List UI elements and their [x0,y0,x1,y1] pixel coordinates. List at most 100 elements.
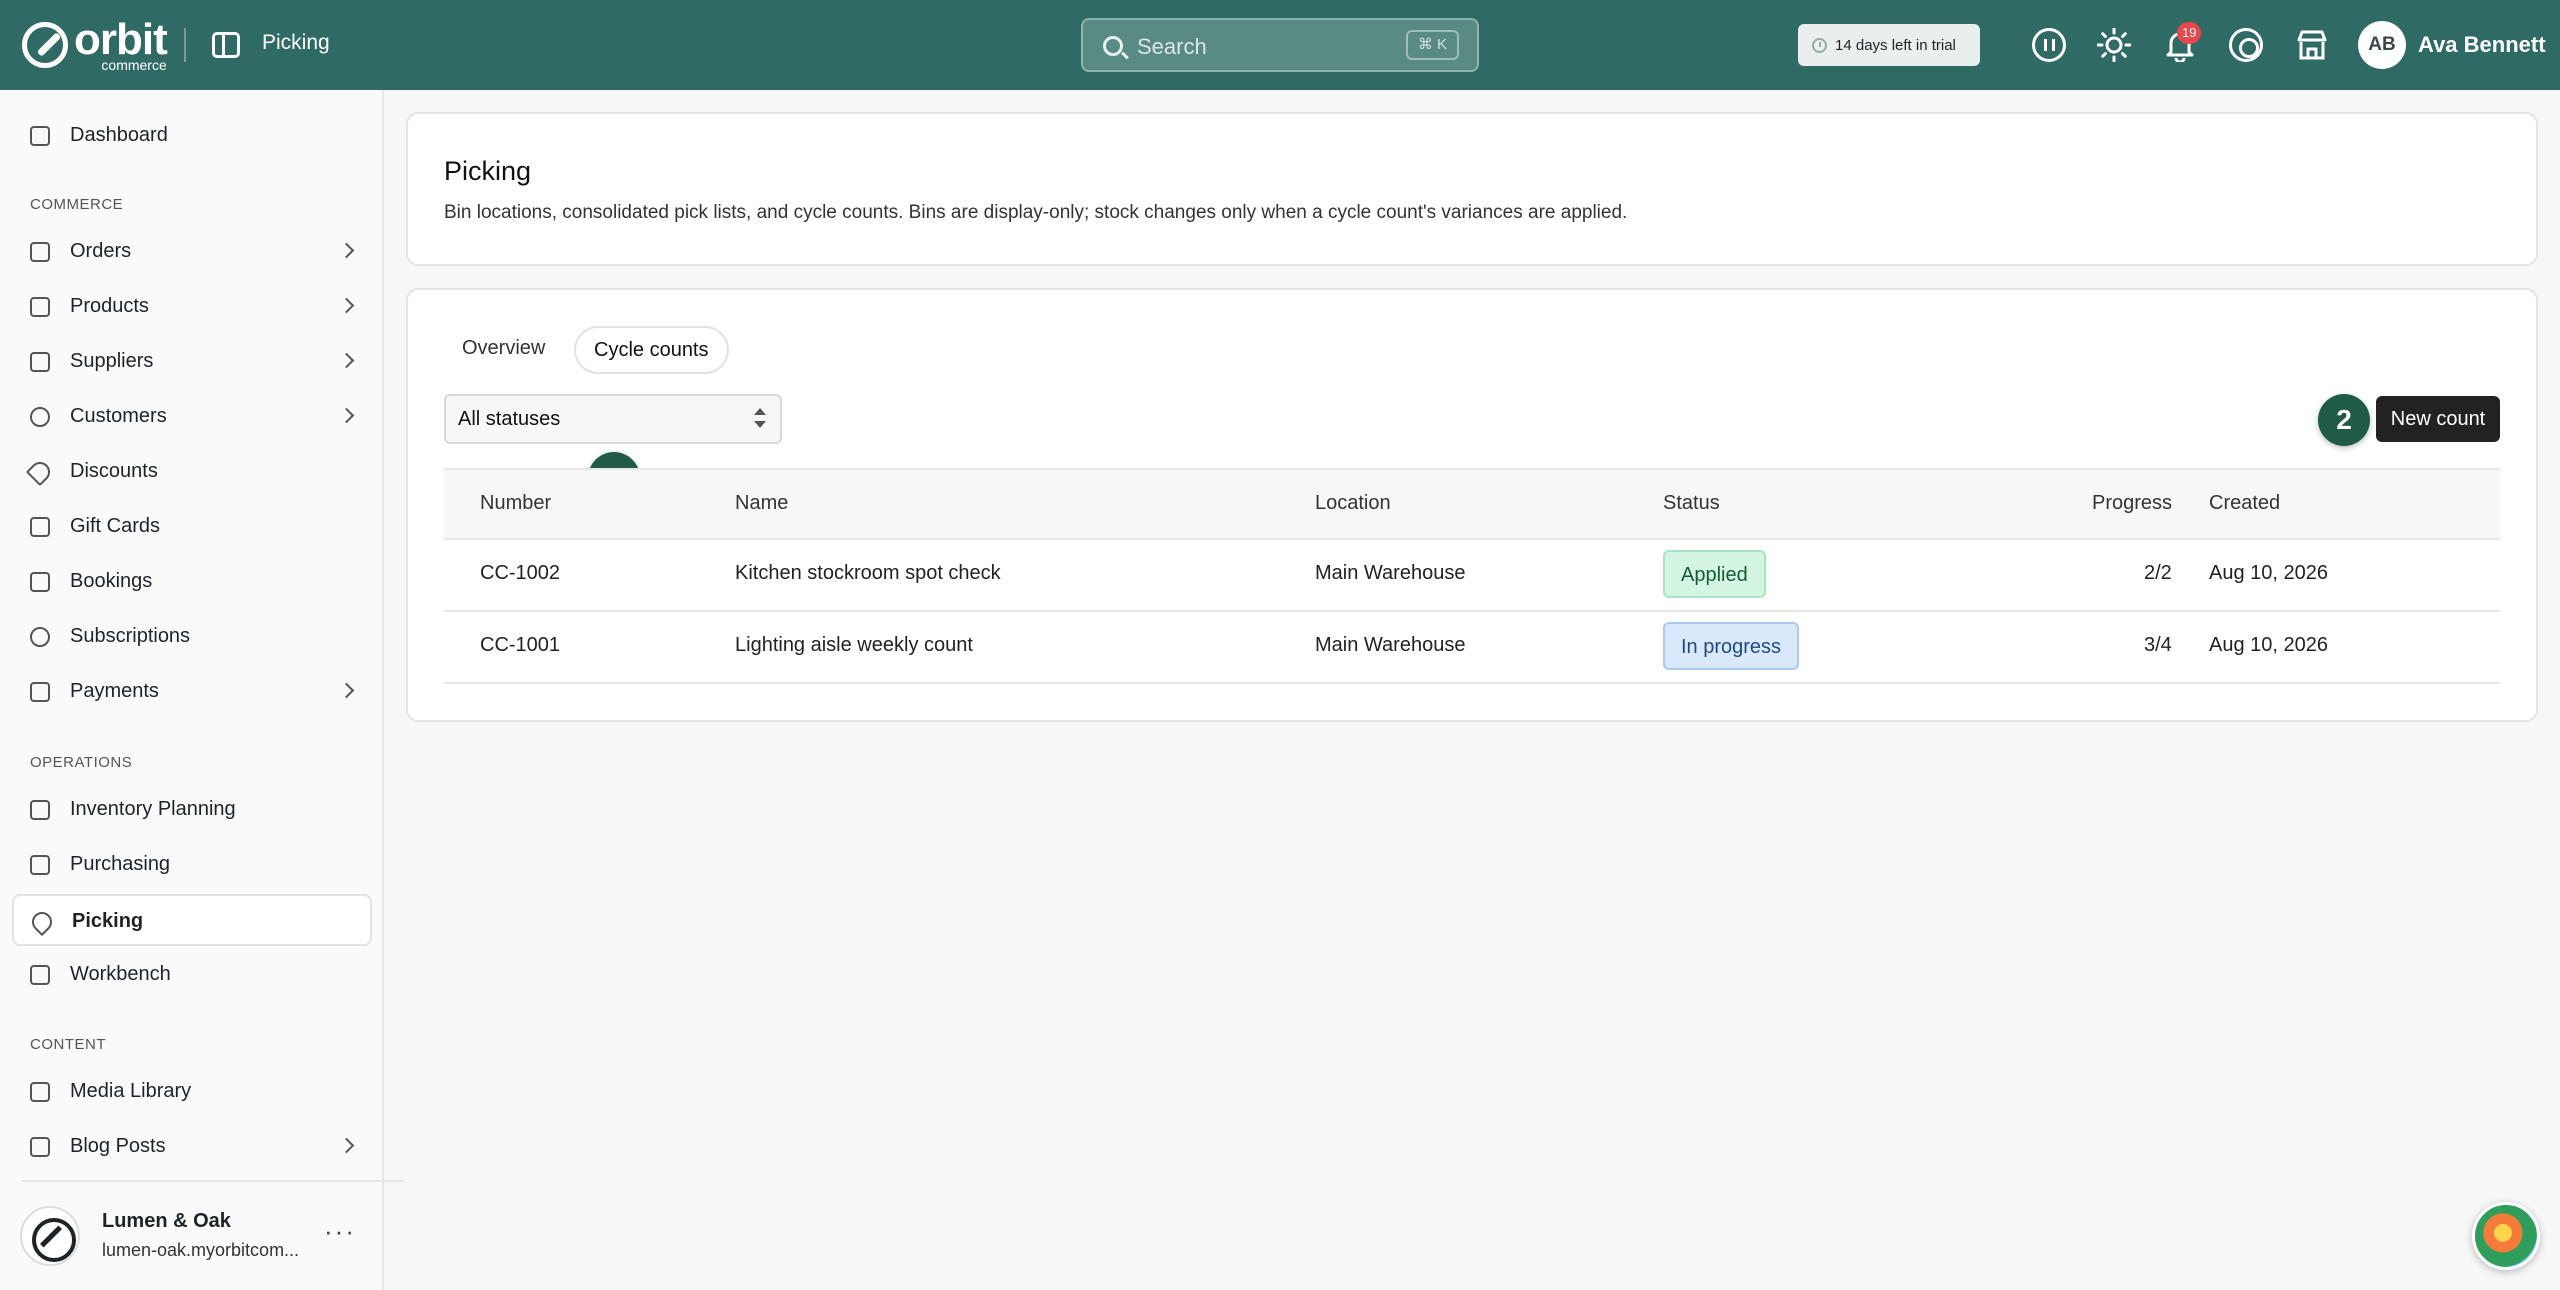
store-logo-icon [20,1206,80,1266]
assistant-launcher-icon[interactable] [2472,1202,2540,1270]
sidebar-item-customers[interactable]: Customers [12,391,372,443]
tab-overview[interactable]: Overview [444,326,563,374]
calendar-icon [30,572,50,592]
sidebar-item-discounts[interactable]: Discounts [12,446,372,498]
tab-cycle-counts[interactable]: Cycle counts [574,326,729,374]
refresh-icon [30,627,50,647]
brand-logo[interactable]: orbit commerce [22,15,168,72]
trial-text: 14 days left in trial [1835,36,1956,54]
box-icon [30,855,50,875]
sidebar-item-orders[interactable]: Orders [12,226,372,278]
products-box-icon [30,297,50,317]
user-name[interactable]: Ava Bennett [2418,32,2546,58]
status-filter-value: All statuses [458,408,561,430]
column-created[interactable]: Created [2209,492,2280,515]
breadcrumb-title: Picking [262,31,330,54]
cell-location: Main Warehouse [1315,634,1466,656]
cell-created: Aug 10, 2026 [2209,562,2328,584]
cell-name: Lighting aisle weekly count [735,634,973,656]
sidebar-item-label: Blog Posts [70,1135,166,1157]
pause-icon[interactable] [2032,28,2066,62]
column-progress[interactable]: Progress [2092,492,2172,515]
sidebar-item-label: Workbench [70,963,171,985]
page-header-card: Picking Bin locations, consolidated pick… [406,112,2538,266]
avatar[interactable]: AB [2358,21,2406,69]
search-placeholder: Search [1137,34,1207,59]
orders-icon [30,242,50,262]
sidebar-item-label: Bookings [70,570,153,592]
sidebar-toggle-icon[interactable] [212,32,240,58]
sidebar-item-label: Media Library [70,1080,192,1102]
column-location[interactable]: Location [1315,492,1391,515]
help-lifebuoy-icon[interactable] [2229,28,2263,62]
brand-name: orbit [74,15,168,64]
chevron-right-icon [338,407,355,424]
sidebar-item-bookings[interactable]: Bookings [12,556,372,608]
sidebar-item-picking[interactable]: Picking [12,894,372,946]
sidebar-item-inventory-planning[interactable]: Inventory Planning [12,784,372,836]
sidebar-item-label: Inventory Planning [70,798,236,820]
sidebar-item-label: Picking [72,910,144,932]
cycle-counts-card: Overview Cycle counts All statuses 1 2 N… [406,288,2538,722]
theme-toggle-sun-icon[interactable] [2096,27,2132,63]
section-content: CONTENT [30,1036,106,1053]
sidebar-item-purchasing[interactable]: Purchasing [12,839,372,891]
store-switcher[interactable]: Lumen & Oak lumen-oak.myorbitcom... ··· [20,1180,404,1290]
sidebar-item-media-library[interactable]: Media Library [12,1066,372,1118]
workbench-box-icon [30,965,50,985]
sidebar-item-label: Suppliers [70,350,154,372]
gift-icon [30,517,50,537]
sidebar-item-workbench[interactable]: Workbench [12,949,372,1001]
cell-name: Kitchen stockroom spot check [735,562,1001,584]
store-name: Lumen & Oak [102,1210,231,1232]
trial-badge[interactable]: 14 days left in trial [1798,24,1980,66]
cell-progress: 2/2 [2144,562,2172,584]
column-name[interactable]: Name [735,492,788,515]
sidebar-item-label: Subscriptions [70,625,191,647]
sidebar-item-suppliers[interactable]: Suppliers [12,336,372,388]
sidebar-item-products[interactable]: Products [12,281,372,333]
sidebar-item-gift-cards[interactable]: Gift Cards [12,501,372,553]
sidebar-item-label: Purchasing [70,853,171,875]
sidebar-item-dashboard[interactable]: Dashboard [12,110,372,162]
sidebar-item-label: Dashboard [70,124,168,146]
clock-icon [1812,37,1827,53]
new-count-button[interactable]: New count [2376,396,2500,442]
cell-progress: 3/4 [2144,634,2172,656]
customers-users-icon [30,407,50,427]
sidebar-item-blog-posts[interactable]: Blog Posts [12,1121,372,1161]
table-row[interactable]: CC-1002 Kitchen stockroom spot check Mai… [444,540,2500,612]
chevron-right-icon [338,682,355,699]
chevron-right-icon [338,352,355,369]
storefront-icon[interactable] [2295,28,2329,62]
column-status[interactable]: Status [1663,492,1720,515]
sidebar-item-label: Gift Cards [70,515,161,537]
column-number[interactable]: Number [480,492,551,515]
sidebar-item-subscriptions[interactable]: Subscriptions [12,611,372,663]
orbit-logo-icon [22,22,68,68]
sidebar-item-label: Payments [70,680,159,702]
cell-number[interactable]: CC-1002 [480,562,560,585]
sidebar-item-label: Customers [70,405,167,427]
sidebar-item-label: Products [70,295,149,317]
cell-created: Aug 10, 2026 [2209,634,2328,656]
sidebar-item-label: Discounts [70,460,158,482]
search-input[interactable]: Search ⌘ K [1081,18,1479,72]
table-header: Number Name Location Status Progress Cre… [444,468,2500,540]
section-commerce: COMMERCE [30,196,124,213]
status-filter-select[interactable]: All statuses [444,394,782,444]
keyboard-shortcut: ⌘ K [1405,30,1459,60]
clipboard-icon [30,800,50,820]
page-description: Bin locations, consolidated pick lists, … [444,202,1628,223]
store-domain: lumen-oak.myorbitcom... [102,1240,300,1260]
dashboard-icon [30,126,50,146]
search-icon [1103,36,1123,56]
table-row[interactable]: CC-1001 Lighting aisle weekly count Main… [444,612,2500,684]
cell-number[interactable]: CC-1001 [480,634,560,657]
map-pin-icon [27,907,57,937]
more-options-icon[interactable]: ··· [324,1216,356,1247]
notification-count-badge: 19 [2177,22,2202,44]
sidebar: Dashboard COMMERCE Orders Products Suppl… [0,90,404,1290]
sidebar-item-payments[interactable]: Payments [12,666,372,718]
status-badge: Applied [1663,550,1766,598]
